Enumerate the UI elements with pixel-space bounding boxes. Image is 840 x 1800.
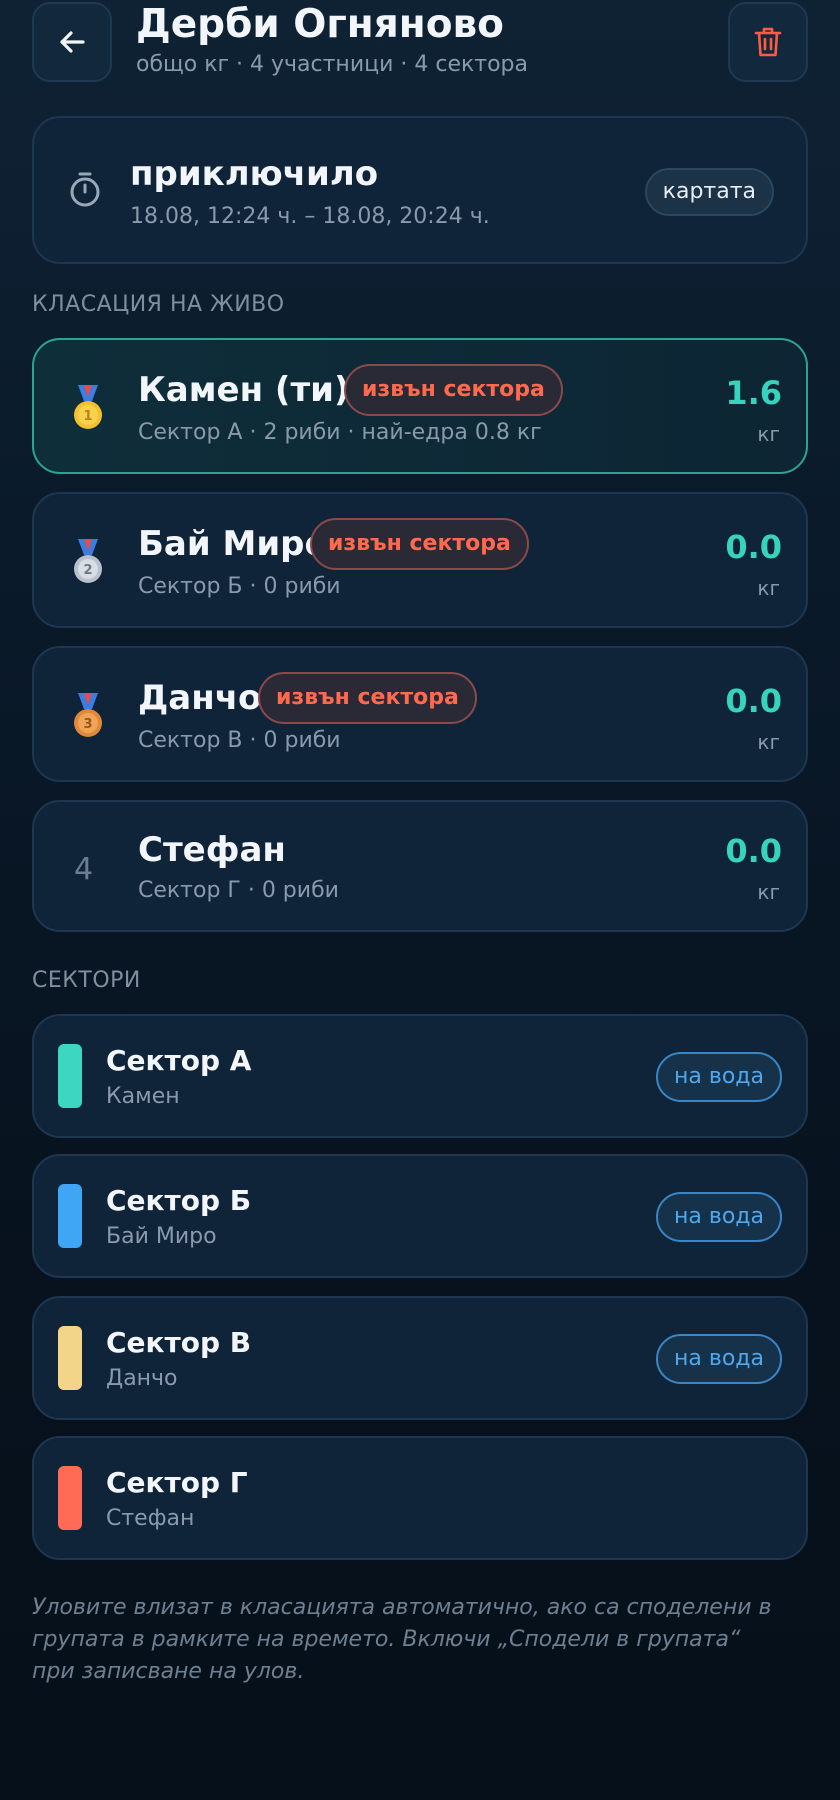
leaderboard-row[interactable]: 4 Стефан Сектор Г · 0 риби 0.0 кг — [32, 800, 808, 932]
score-unit: кг — [757, 576, 780, 600]
on-water-badge: на вода — [656, 1052, 782, 1102]
participant-score: 0.0 — [725, 682, 782, 720]
gold-medal-icon: 1 — [68, 384, 108, 432]
leaderboard-row[interactable]: 3 Данчо извън сектора Сектор В · 0 риби … — [32, 646, 808, 782]
page-title: Дерби Огняново — [136, 2, 504, 47]
participant-name: Камен (ти) — [138, 370, 350, 410]
status-time-range: 18.08, 12:24 ч. – 18.08, 20:24 ч. — [130, 204, 490, 229]
delete-button[interactable] — [728, 2, 808, 82]
sector-color-indicator — [58, 1044, 82, 1108]
sector-card[interactable]: Сектор Б Бай Миро на вода — [32, 1154, 808, 1278]
participant-score: 1.6 — [725, 374, 782, 412]
svg-text:3: 3 — [83, 717, 92, 732]
score-unit: кг — [757, 880, 780, 904]
participant-score: 0.0 — [725, 528, 782, 566]
on-water-badge: на вода — [656, 1334, 782, 1384]
leaderboard-row[interactable]: 2 Бай Миро извън сектора Сектор Б · 0 ри… — [32, 492, 808, 628]
participant-name: Стефан — [138, 830, 286, 870]
map-button[interactable]: картата — [644, 168, 774, 216]
out-of-sector-badge: извън сектора — [258, 672, 477, 724]
silver-medal-icon: 2 — [68, 538, 108, 586]
participant-detail: Сектор А · 2 риби · най-едра 0.8 кг — [138, 420, 542, 445]
trash-icon — [754, 27, 782, 57]
sectors-label: СЕКТОРИ — [32, 968, 141, 993]
arrow-left-icon — [60, 31, 85, 53]
sector-color-indicator — [58, 1466, 82, 1530]
participant-name: Данчо — [138, 678, 262, 718]
sector-person: Бай Миро — [106, 1224, 217, 1249]
participant-detail: Сектор Г · 0 риби — [138, 878, 339, 903]
sector-name: Сектор А — [106, 1044, 252, 1077]
bronze-medal-icon: 3 — [68, 692, 108, 740]
stopwatch-icon — [70, 172, 100, 207]
sector-card[interactable]: Сектор Г Стефан — [32, 1436, 808, 1560]
rank-number: 4 — [74, 852, 94, 887]
participant-score: 0.0 — [725, 832, 782, 870]
sector-color-indicator — [58, 1184, 82, 1248]
svg-text:2: 2 — [83, 563, 92, 578]
sector-name: Сектор Б — [106, 1184, 252, 1217]
sector-card[interactable]: Сектор А Камен на вода — [32, 1014, 808, 1138]
sector-name: Сектор В — [106, 1326, 252, 1359]
event-status-card: приключило 18.08, 12:24 ч. – 18.08, 20:2… — [32, 116, 808, 264]
page-subtitle: общо кг · 4 участници · 4 сектора — [136, 52, 528, 77]
back-button[interactable] — [32, 2, 112, 82]
sector-name: Сектор Г — [106, 1466, 248, 1499]
participant-name: Бай Миро — [138, 524, 328, 564]
svg-text:1: 1 — [83, 409, 92, 424]
leaderboard-label: КЛАСАЦИЯ НА ЖИВО — [32, 292, 285, 317]
sector-person: Данчо — [106, 1366, 178, 1391]
footnote: Уловите влизат в класацията автоматично,… — [32, 1595, 772, 1684]
participant-detail: Сектор Б · 0 риби — [138, 574, 341, 599]
sector-color-indicator — [58, 1326, 82, 1390]
score-unit: кг — [757, 730, 780, 754]
status-title: приключило — [130, 154, 379, 194]
leaderboard-row[interactable]: 1 Камен (ти) извън сектора Сектор А · 2 … — [32, 338, 808, 474]
participant-detail: Сектор В · 0 риби — [138, 728, 341, 753]
on-water-badge: на вода — [656, 1192, 782, 1242]
out-of-sector-badge: извън сектора — [310, 518, 529, 570]
sector-person: Камен — [106, 1084, 180, 1109]
out-of-sector-badge: извън сектора — [344, 364, 563, 416]
score-unit: кг — [757, 422, 780, 446]
sector-person: Стефан — [106, 1506, 195, 1531]
sector-card[interactable]: Сектор В Данчо на вода — [32, 1296, 808, 1420]
header: Дерби Огняново общо кг · 4 участници · 4… — [32, 0, 808, 84]
